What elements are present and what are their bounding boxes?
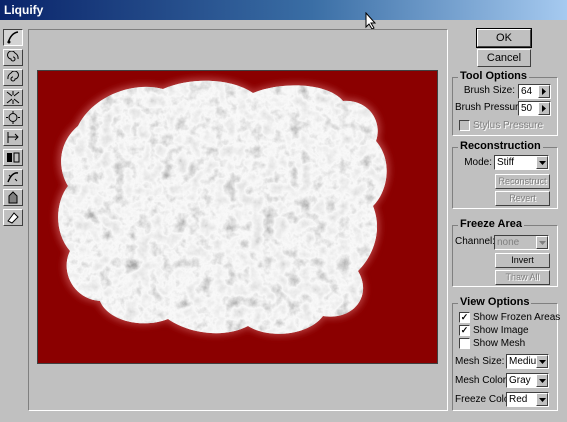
brush-size-value: 64 (521, 86, 533, 97)
twirl-clockwise-tool-button[interactable] (3, 49, 23, 66)
chevron-down-icon (538, 359, 546, 364)
mouse-cursor-icon (365, 12, 377, 30)
freeze-brush-icon (8, 191, 18, 204)
mesh-size-dropdown-button[interactable] (536, 355, 548, 368)
mode-label: Mode: (464, 157, 492, 168)
revert-button[interactable]: Revert (495, 191, 550, 206)
mesh-color-label: Mesh Color: (455, 375, 509, 386)
reflection-icon (7, 152, 20, 163)
twirl-clockwise-icon (7, 51, 19, 62)
triangle-right-icon (542, 88, 546, 95)
mesh-size-label: Mesh Size: (455, 356, 505, 367)
pucker-icon (6, 91, 20, 104)
freeze-color-label: Freeze Color: (455, 394, 516, 405)
show-image-label: Show Image (473, 325, 529, 336)
channel-value: none (497, 237, 520, 248)
thaw-brush-icon (7, 212, 19, 224)
bloat-icon (6, 111, 20, 124)
reconstruct-button[interactable]: Reconstruct (495, 174, 550, 189)
reconstruct-tool-button[interactable] (3, 169, 23, 186)
warp-brush-icon (7, 31, 19, 44)
brush-pressure-field[interactable]: 50 (518, 101, 551, 116)
chevron-down-icon (538, 160, 546, 165)
warp-tool-button[interactable] (3, 29, 23, 46)
ok-button[interactable]: OK (476, 28, 532, 48)
chevron-down-icon (538, 397, 546, 402)
liquified-image (38, 71, 437, 363)
brush-size-field[interactable]: 64 (518, 84, 551, 99)
window-title: Liquify (4, 3, 44, 17)
mesh-size-select[interactable]: Medium (506, 354, 549, 369)
freeze-color-select[interactable]: Red (506, 392, 549, 407)
reconstruction-group: Reconstruction Mode: Stiff Reconstruct R… (452, 140, 558, 209)
brush-pressure-value: 50 (521, 103, 533, 114)
mesh-color-dropdown-button[interactable] (536, 374, 548, 387)
freeze-area-group: Freeze Area Channel: none Invert Thaw Al… (452, 218, 558, 287)
image-canvas[interactable] (37, 70, 438, 364)
freeze-color-dropdown-button[interactable] (536, 393, 548, 406)
group-title: Tool Options (458, 70, 530, 82)
channel-select[interactable]: none (494, 235, 549, 250)
shift-pixels-tool-button[interactable] (3, 129, 23, 146)
reflection-tool-button[interactable] (3, 149, 23, 166)
pucker-tool-button[interactable] (3, 89, 23, 106)
chevron-down-icon (538, 240, 546, 245)
bloat-tool-button[interactable] (3, 109, 23, 126)
check-icon: ✓ (460, 325, 469, 335)
thaw-tool-button[interactable] (3, 209, 23, 226)
mode-value: Stiff (497, 157, 515, 168)
tool-palette (3, 29, 25, 229)
mode-select[interactable]: Stiff (494, 155, 549, 170)
mesh-color-select[interactable]: Gray (506, 373, 549, 388)
shift-pixels-icon (7, 132, 19, 143)
cancel-button[interactable]: Cancel (477, 49, 531, 67)
channel-dropdown-button[interactable] (536, 236, 548, 249)
thaw-all-button[interactable]: Thaw All (495, 270, 550, 285)
show-frozen-areas-checkbox[interactable]: ✓ (459, 312, 470, 323)
group-title: View Options (458, 296, 532, 308)
view-options-group: View Options ✓ Show Frozen Areas ✓ Show … (452, 296, 561, 411)
show-mesh-checkbox[interactable] (459, 338, 470, 349)
brush-pressure-label: Brush Pressure: (455, 102, 527, 113)
twirl-counterclockwise-icon (7, 71, 19, 82)
channel-label: Channel: (455, 236, 496, 247)
stylus-pressure-label: Stylus Pressure (473, 120, 544, 131)
brush-pressure-slider-button[interactable] (538, 102, 550, 115)
check-icon: ✓ (460, 312, 469, 322)
group-title: Reconstruction (458, 140, 543, 152)
title-bar[interactable]: Liquify (0, 0, 567, 20)
brush-size-label: Brush Size: (463, 85, 515, 96)
freeze-tool-button[interactable] (3, 189, 23, 206)
mode-dropdown-button[interactable] (536, 156, 548, 169)
reconstruct-tool-icon (7, 172, 19, 183)
twirl-counterclockwise-tool-button[interactable] (3, 69, 23, 86)
triangle-right-icon (542, 105, 546, 112)
brush-size-slider-button[interactable] (538, 85, 550, 98)
freeze-color-value: Red (509, 394, 528, 405)
mesh-color-value: Gray (509, 375, 531, 386)
show-image-checkbox[interactable]: ✓ (459, 325, 470, 336)
show-mesh-label: Show Mesh (473, 338, 526, 349)
group-title: Freeze Area (458, 218, 524, 230)
invert-button[interactable]: Invert (495, 253, 550, 268)
tool-options-group: Tool Options Brush Size: 64 Brush Pressu… (452, 70, 558, 136)
show-frozen-areas-label: Show Frozen Areas (473, 312, 561, 323)
stylus-pressure-checkbox[interactable] (459, 120, 470, 131)
chevron-down-icon (538, 378, 546, 383)
